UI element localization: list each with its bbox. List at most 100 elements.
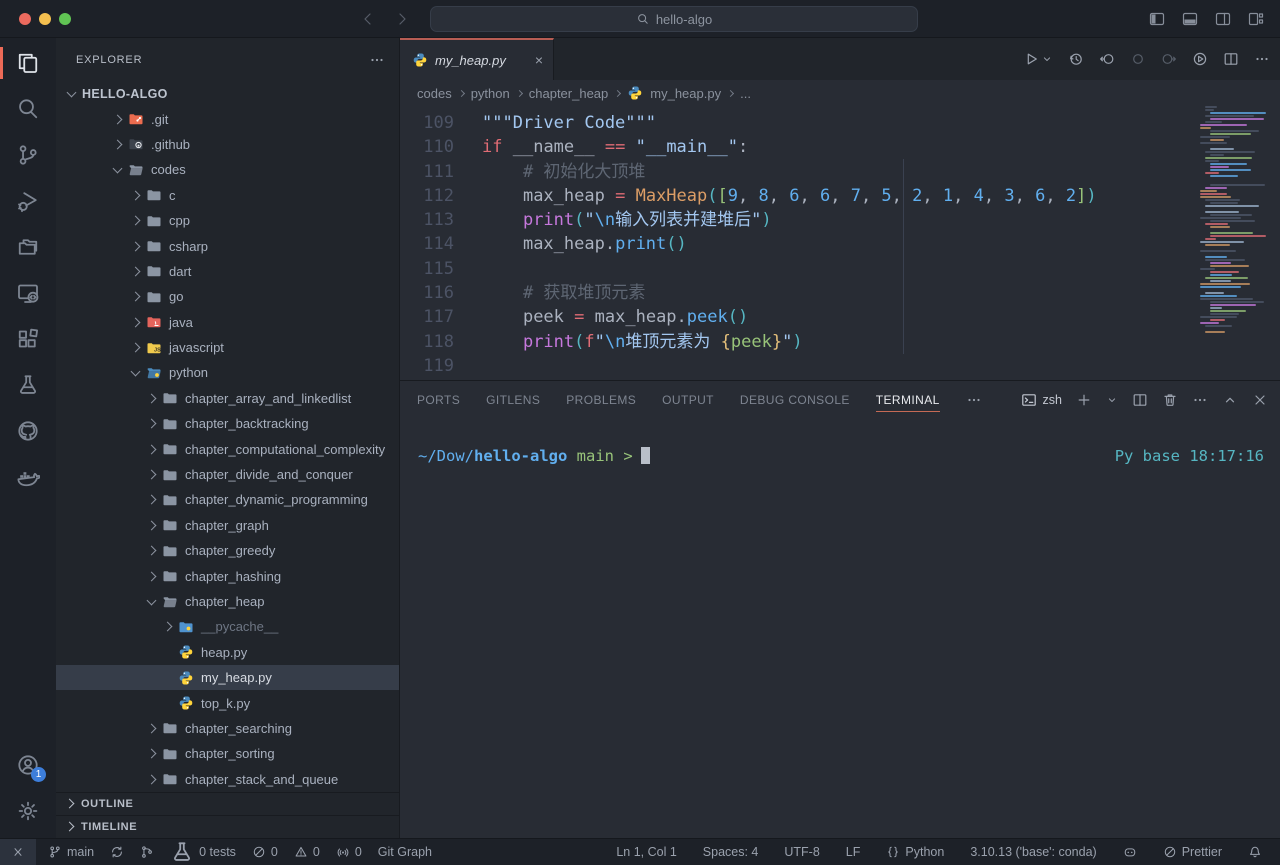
- activity-run-debug-icon[interactable]: [0, 178, 56, 224]
- tree-item-javascript[interactable]: JSjavascript: [56, 335, 399, 360]
- activity-settings-gear-icon[interactable]: [0, 788, 56, 834]
- status-copilot-icon[interactable]: [1119, 839, 1141, 865]
- tree-item-dart[interactable]: dart: [56, 259, 399, 284]
- code-line-115[interactable]: 115: [400, 257, 1280, 281]
- breadcrumb-my-heap-py[interactable]: my_heap.py: [627, 85, 721, 101]
- tree-item-chapter-backtracking[interactable]: chapter_backtracking: [56, 411, 399, 436]
- minimize-window-button[interactable]: [39, 13, 51, 25]
- tree-item--git[interactable]: .git: [56, 106, 399, 131]
- status-prettier[interactable]: Prettier: [1159, 839, 1226, 865]
- breadcrumb--[interactable]: ...: [740, 86, 751, 101]
- run-python-file-button[interactable]: [1023, 51, 1053, 67]
- tree-root-hello-algo[interactable]: HELLO-ALGO: [56, 81, 399, 106]
- toggle-panel-icon[interactable]: [1182, 11, 1198, 27]
- tree-item-chapter-heap[interactable]: chapter_heap: [56, 589, 399, 614]
- tree-item-my-heap-py[interactable]: my_heap.py: [56, 665, 399, 690]
- activity-github-icon[interactable]: [0, 408, 56, 454]
- code-line-116[interactable]: 116 # 获取堆顶元素: [400, 281, 1280, 305]
- status-git-graph[interactable]: Git Graph: [374, 839, 436, 865]
- panel-tab-terminal[interactable]: TERMINAL: [876, 381, 940, 419]
- tree-item-chapter-graph[interactable]: chapter_graph: [56, 513, 399, 538]
- split-editor-icon[interactable]: [1223, 51, 1239, 67]
- status-0-tests[interactable]: 0 tests: [166, 839, 240, 865]
- status-0[interactable]: 0: [248, 839, 282, 865]
- status-sync-icon[interactable]: [106, 839, 128, 865]
- status-0[interactable]: 0: [332, 839, 366, 865]
- kill-terminal-icon[interactable]: [1162, 392, 1178, 408]
- tree-item-go[interactable]: go: [56, 284, 399, 309]
- status-3-10-13-base-conda-[interactable]: 3.10.13 ('base': conda): [966, 839, 1100, 865]
- status-lf[interactable]: LF: [842, 839, 865, 865]
- breadcrumb-codes[interactable]: codes: [417, 86, 452, 101]
- activity-extensions-icon[interactable]: [0, 316, 56, 362]
- panel-tab-gitlens[interactable]: GITLENS: [486, 381, 540, 419]
- status-python[interactable]: Python: [882, 839, 948, 865]
- panel-more-actions-icon[interactable]: [1192, 392, 1208, 408]
- activity-source-control-icon[interactable]: [0, 132, 56, 178]
- status-bell-icon[interactable]: [1244, 839, 1266, 865]
- code-line-109[interactable]: 109"""Driver Code""": [400, 111, 1280, 135]
- prev-change-icon[interactable]: [1099, 51, 1115, 67]
- close-window-button[interactable]: [19, 13, 31, 25]
- tree-item--pycache-[interactable]: __pycache__: [56, 614, 399, 639]
- code-line-114[interactable]: 114 max_heap.print(): [400, 232, 1280, 256]
- back-arrow-icon[interactable]: [360, 11, 376, 27]
- activity-account-icon[interactable]: 1: [0, 742, 56, 788]
- terminal-shell-chip[interactable]: zsh: [1021, 392, 1062, 408]
- more-actions-icon[interactable]: [1254, 51, 1270, 67]
- code-editor[interactable]: 109"""Driver Code"""110if __name__ == "_…: [400, 106, 1280, 380]
- code-line-112[interactable]: 112 max_heap = MaxHeap([9, 8, 6, 6, 7, 5…: [400, 184, 1280, 208]
- code-line-111[interactable]: 111 # 初始化大顶堆: [400, 160, 1280, 184]
- minimap[interactable]: [1200, 106, 1272, 334]
- tree-item-chapter-divide-and-conquer[interactable]: chapter_divide_and_conquer: [56, 462, 399, 487]
- tree-item-chapter-computational-complexity[interactable]: chapter_computational_complexity: [56, 436, 399, 461]
- tree-item-heap-py[interactable]: heap.py: [56, 640, 399, 665]
- breadcrumb-python[interactable]: python: [471, 86, 510, 101]
- tree-item-chapter-hashing[interactable]: chapter_hashing: [56, 563, 399, 588]
- panel-tab-output[interactable]: OUTPUT: [662, 381, 714, 419]
- activity-search-icon[interactable]: [0, 86, 56, 132]
- status-remote-icon[interactable]: [0, 839, 36, 865]
- next-change-icon[interactable]: [1161, 51, 1177, 67]
- tree-item-csharp[interactable]: csharp: [56, 233, 399, 258]
- tree-item--github[interactable]: .github: [56, 132, 399, 157]
- toggle-secondary-sidebar-icon[interactable]: [1215, 11, 1231, 27]
- maximize-panel-icon[interactable]: [1222, 392, 1238, 408]
- close-tab-icon[interactable]: ×: [535, 52, 543, 68]
- panel-more-tabs-icon[interactable]: [966, 392, 982, 408]
- tree-item-chapter-sorting[interactable]: chapter_sorting: [56, 741, 399, 766]
- new-terminal-icon[interactable]: [1076, 392, 1092, 408]
- status-ln-1-col-1[interactable]: Ln 1, Col 1: [612, 839, 680, 865]
- tree-item-chapter-stack-and-queue[interactable]: chapter_stack_and_queue: [56, 767, 399, 792]
- circle-icon[interactable]: [1130, 51, 1146, 67]
- tree-item-chapter-searching[interactable]: chapter_searching: [56, 716, 399, 741]
- code-line-117[interactable]: 117 peek = max_heap.peek(): [400, 305, 1280, 329]
- tree-item-chapter-greedy[interactable]: chapter_greedy: [56, 538, 399, 563]
- tree-item-cpp[interactable]: cpp: [56, 208, 399, 233]
- status-0[interactable]: 0: [290, 839, 324, 865]
- tree-item-chapter-dynamic-programming[interactable]: chapter_dynamic_programming: [56, 487, 399, 512]
- code-line-118[interactable]: 118 print(f"\n堆顶元素为 {peek}"): [400, 330, 1280, 354]
- activity-remote-explorer-icon[interactable]: [0, 270, 56, 316]
- customize-layout-icon[interactable]: [1248, 11, 1264, 27]
- section-timeline[interactable]: TIMELINE: [56, 815, 399, 838]
- tree-item-top-k-py[interactable]: top_k.py: [56, 690, 399, 715]
- tree-item-chapter-array-and-linkedlist[interactable]: chapter_array_and_linkedlist: [56, 386, 399, 411]
- history-icon[interactable]: [1068, 51, 1084, 67]
- activity-docker-icon[interactable]: [0, 454, 56, 500]
- close-panel-icon[interactable]: [1252, 392, 1268, 408]
- code-line-110[interactable]: 110if __name__ == "__main__":: [400, 135, 1280, 159]
- toggle-sidebar-icon[interactable]: [1149, 11, 1165, 27]
- tree-item-python[interactable]: python: [56, 360, 399, 385]
- status-commit-graph-icon[interactable]: [136, 839, 158, 865]
- activity-beaker-icon[interactable]: [0, 362, 56, 408]
- explorer-more-actions-icon[interactable]: [369, 52, 385, 68]
- breadcrumb-chapter-heap[interactable]: chapter_heap: [529, 86, 609, 101]
- chevron-down-icon[interactable]: [1041, 53, 1053, 65]
- status-main[interactable]: main: [44, 839, 98, 865]
- forward-arrow-icon[interactable]: [394, 11, 410, 27]
- status-utf-8[interactable]: UTF-8: [780, 839, 823, 865]
- panel-tab-problems[interactable]: PROBLEMS: [566, 381, 636, 419]
- tree-item-c[interactable]: c: [56, 183, 399, 208]
- panel-tab-ports[interactable]: PORTS: [417, 381, 460, 419]
